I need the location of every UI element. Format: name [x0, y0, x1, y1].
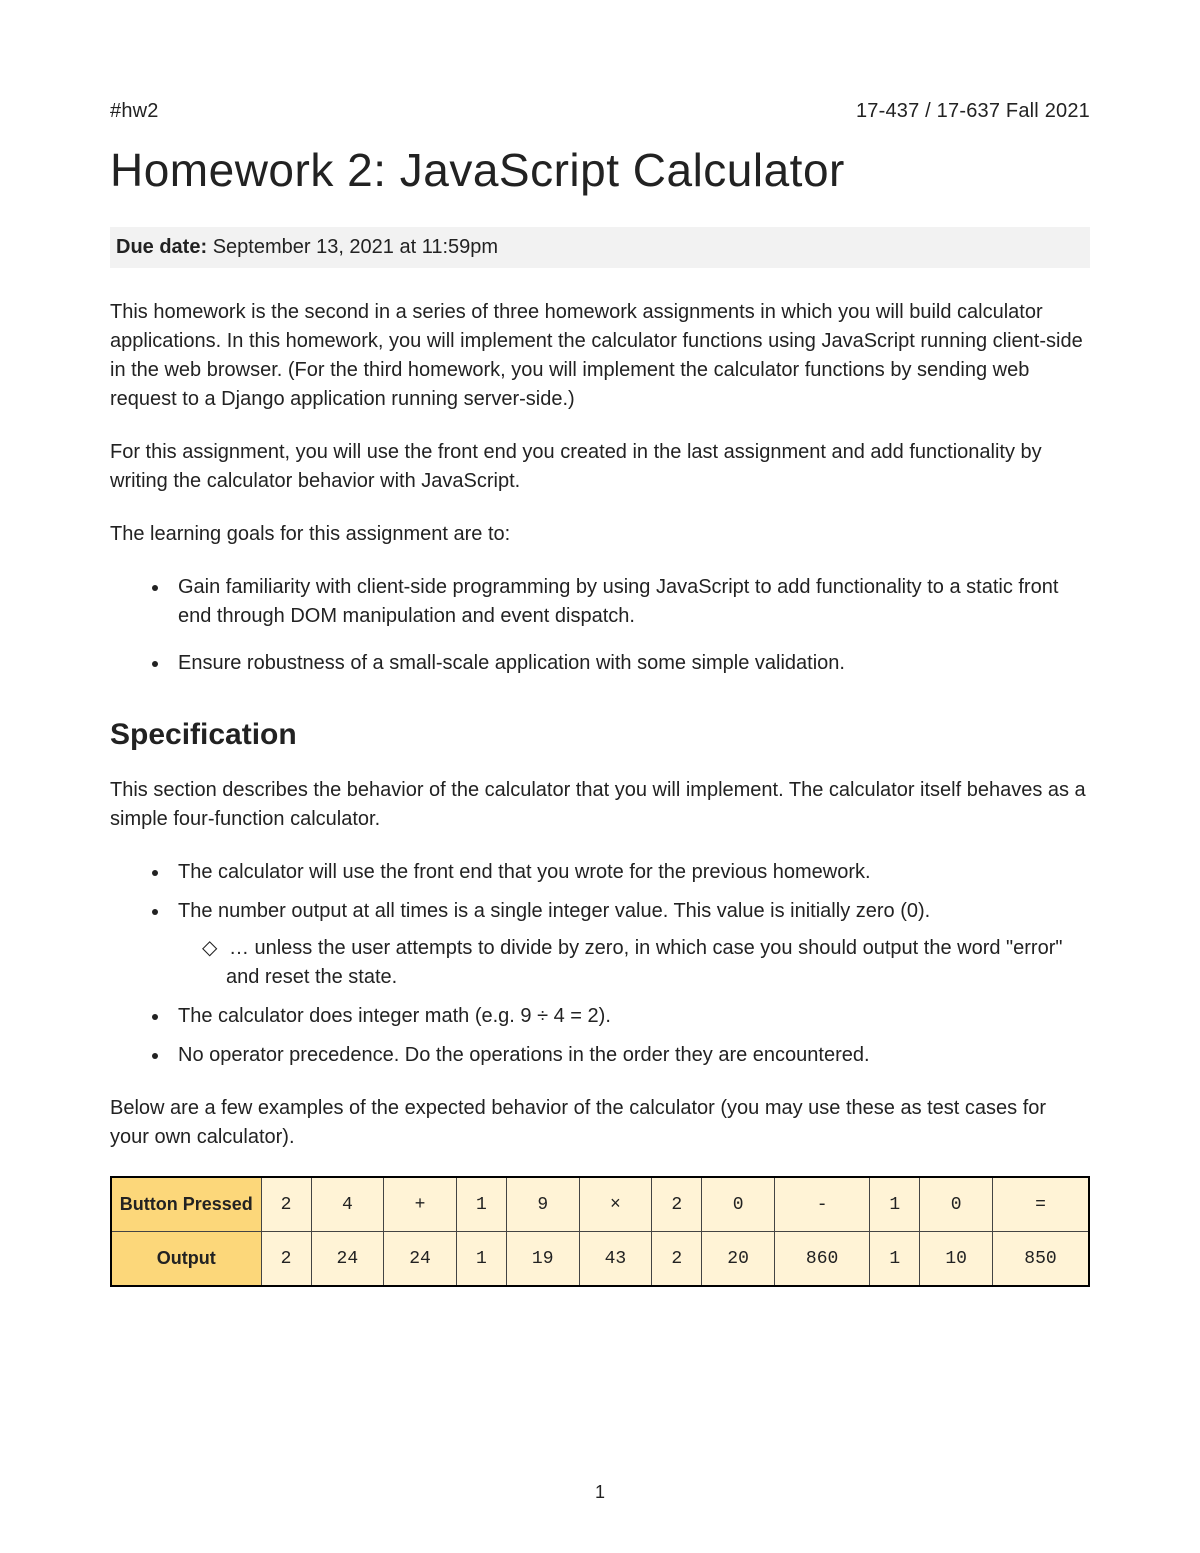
table-cell: - — [774, 1177, 869, 1232]
table-cell: 850 — [992, 1232, 1089, 1287]
list-item: Ensure robustness of a small-scale appli… — [170, 649, 1090, 678]
table-cell: 43 — [579, 1232, 652, 1287]
intro-paragraph-3: The learning goals for this assignment a… — [110, 520, 1090, 549]
homework-tag: #hw2 — [110, 100, 159, 123]
spec-below-text: Below are a few examples of the expected… — [110, 1094, 1090, 1152]
list-item: No operator precedence. Do the operation… — [170, 1041, 1090, 1070]
sub-list: … unless the user attempts to divide by … — [178, 934, 1090, 992]
table-cell: 19 — [506, 1232, 579, 1287]
table-cell: 0 — [702, 1177, 775, 1232]
page-number: 1 — [0, 1482, 1200, 1503]
table-cell: 1 — [456, 1232, 506, 1287]
sub-list-item: … unless the user attempts to divide by … — [218, 934, 1090, 992]
table-cell: 10 — [920, 1232, 993, 1287]
list-item: The calculator will use the front end th… — [170, 858, 1090, 887]
due-date-value: September 13, 2021 at 11:59pm — [213, 236, 498, 258]
spec-bullets-list: The calculator will use the front end th… — [110, 858, 1090, 1070]
list-item: The calculator does integer math (e.g. 9… — [170, 1002, 1090, 1031]
document-page: #hw2 17-437 / 17-637 Fall 2021 Homework … — [0, 0, 1200, 1553]
table-cell: + — [384, 1177, 457, 1232]
intro-paragraph-2: For this assignment, you will use the fr… — [110, 438, 1090, 496]
list-item: The number output at all times is a sing… — [170, 897, 1090, 992]
table-cell: 860 — [774, 1232, 869, 1287]
table-row: Output 2 24 24 1 19 43 2 20 860 1 10 850 — [111, 1232, 1089, 1287]
table-cell: 1 — [456, 1177, 506, 1232]
example-table: Button Pressed 2 4 + 1 9 × 2 0 - 1 0 = O… — [110, 1176, 1090, 1287]
due-date-label: Due date: — [116, 236, 207, 258]
course-label: 17-437 / 17-637 Fall 2021 — [856, 100, 1090, 123]
intro-paragraph-1: This homework is the second in a series … — [110, 298, 1090, 414]
table-cell: 2 — [261, 1177, 311, 1232]
table-cell: 4 — [311, 1177, 384, 1232]
list-item-text: The number output at all times is a sing… — [178, 900, 930, 922]
table-cell: 24 — [311, 1232, 384, 1287]
list-item: Gain familiarity with client-side progra… — [170, 573, 1090, 631]
table-cell: 1 — [870, 1232, 920, 1287]
page-title: Homework 2: JavaScript Calculator — [110, 143, 1090, 197]
table-cell: 0 — [920, 1177, 993, 1232]
spec-intro: This section describes the behavior of t… — [110, 776, 1090, 834]
row-header-output: Output — [111, 1232, 261, 1287]
header-row: #hw2 17-437 / 17-637 Fall 2021 — [110, 100, 1090, 123]
table-cell: 24 — [384, 1232, 457, 1287]
table-cell: = — [992, 1177, 1089, 1232]
table-cell: 2 — [652, 1232, 702, 1287]
table-cell: 1 — [870, 1177, 920, 1232]
row-header-button-pressed: Button Pressed — [111, 1177, 261, 1232]
table-cell: 2 — [652, 1177, 702, 1232]
table-cell: 2 — [261, 1232, 311, 1287]
due-date-bar: Due date: September 13, 2021 at 11:59pm — [110, 227, 1090, 268]
table-cell: 9 — [506, 1177, 579, 1232]
learning-goals-list: Gain familiarity with client-side progra… — [110, 573, 1090, 678]
specification-heading: Specification — [110, 718, 1090, 752]
table-cell: 20 — [702, 1232, 775, 1287]
table-cell: × — [579, 1177, 652, 1232]
table-row: Button Pressed 2 4 + 1 9 × 2 0 - 1 0 = — [111, 1177, 1089, 1232]
